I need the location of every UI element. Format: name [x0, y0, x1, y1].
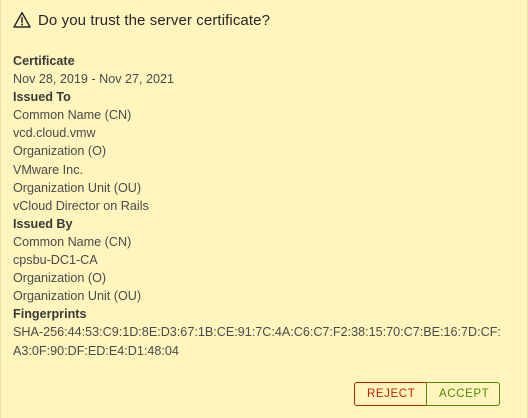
issued-to-ou-value: vCloud Director on Rails [13, 198, 149, 213]
issued-to-cn-value: vcd.cloud.vmw [13, 126, 96, 141]
section-certificate-heading: Certificate [13, 54, 75, 68]
section-issued-to-heading: Issued To [13, 90, 71, 105]
dialog-header: Do you trust the server certificate? [13, 11, 270, 29]
issued-to-org-label: Organization (O) [13, 144, 107, 159]
dialog-button-group: REJECT ACCEPT [354, 382, 500, 406]
issued-by-cn-value: cpsbu-DC1-CA [13, 253, 98, 268]
section-issued-by-heading: Issued By [13, 216, 73, 231]
certificate-details: Certificate Nov 28, 2019 - Nov 27, 2021 … [13, 52, 523, 360]
issued-to-org-value: VMware Inc. [13, 162, 83, 177]
reject-button[interactable]: REJECT [354, 382, 427, 406]
accept-button[interactable]: ACCEPT [426, 382, 500, 406]
issued-by-cn-label: Common Name (CN) [13, 234, 132, 249]
issued-to-ou-label: Organization Unit (OU) [13, 180, 142, 195]
validity-period: Nov 28, 2019 - Nov 27, 2021 [13, 72, 175, 87]
fingerprint-sha256-line1: SHA-256:44:53:C9:1D:8E:D3:67:1B:CE:91:7C… [13, 325, 501, 340]
dialog-title: Do you trust the server certificate? [38, 11, 271, 29]
issued-by-org-label: Organization (O) [13, 271, 107, 286]
certificate-trust-dialog: Do you trust the server certificate? Cer… [0, 0, 528, 418]
warning-triangle-icon [13, 11, 31, 29]
section-fingerprints-heading: Fingerprints [13, 307, 87, 322]
issued-to-cn-label: Common Name (CN) [13, 108, 132, 123]
fingerprint-sha256-line2: A3:0F:90:DF:ED:E4:D1:48:04 [13, 343, 179, 358]
issued-by-ou-label: Organization Unit (OU) [13, 289, 142, 304]
